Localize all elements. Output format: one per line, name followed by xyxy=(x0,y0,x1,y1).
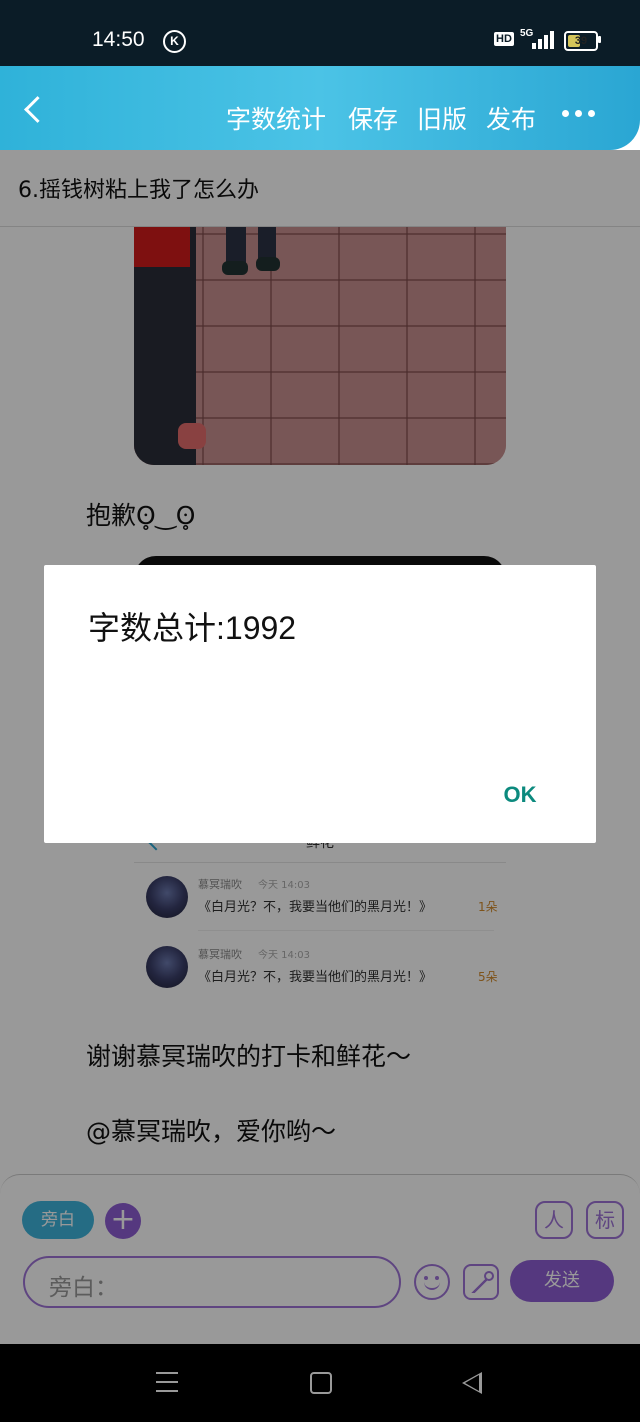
old-version-button[interactable]: 旧版 xyxy=(417,100,467,136)
dialog-message: 字数总计:1992 xyxy=(88,610,297,646)
status-bar: 14:50 K HD 5G 39 xyxy=(0,0,640,66)
home-icon[interactable] xyxy=(310,1372,332,1394)
nav-back-icon[interactable] xyxy=(462,1372,482,1394)
word-count-button[interactable]: 字数统计 xyxy=(226,100,326,136)
signal-icon xyxy=(532,31,556,49)
status-time: 14:50 xyxy=(92,28,145,51)
menu-icon[interactable] xyxy=(156,1372,178,1392)
hd-indicator: HD xyxy=(494,32,514,46)
more-icon[interactable] xyxy=(562,110,596,118)
editor-header: 字数统计 保存 旧版 发布 xyxy=(0,66,640,150)
publish-button[interactable]: 发布 xyxy=(486,100,536,136)
back-icon[interactable] xyxy=(24,96,51,123)
system-nav-bar xyxy=(0,1344,640,1422)
battery-level: 39 xyxy=(574,35,588,47)
k-app-icon: K xyxy=(163,30,186,53)
save-button[interactable]: 保存 xyxy=(348,100,398,136)
word-count-dialog: 字数总计:1992 OK xyxy=(44,565,596,843)
battery-icon: 39 xyxy=(564,31,598,51)
ok-button[interactable]: OK xyxy=(480,773,560,817)
